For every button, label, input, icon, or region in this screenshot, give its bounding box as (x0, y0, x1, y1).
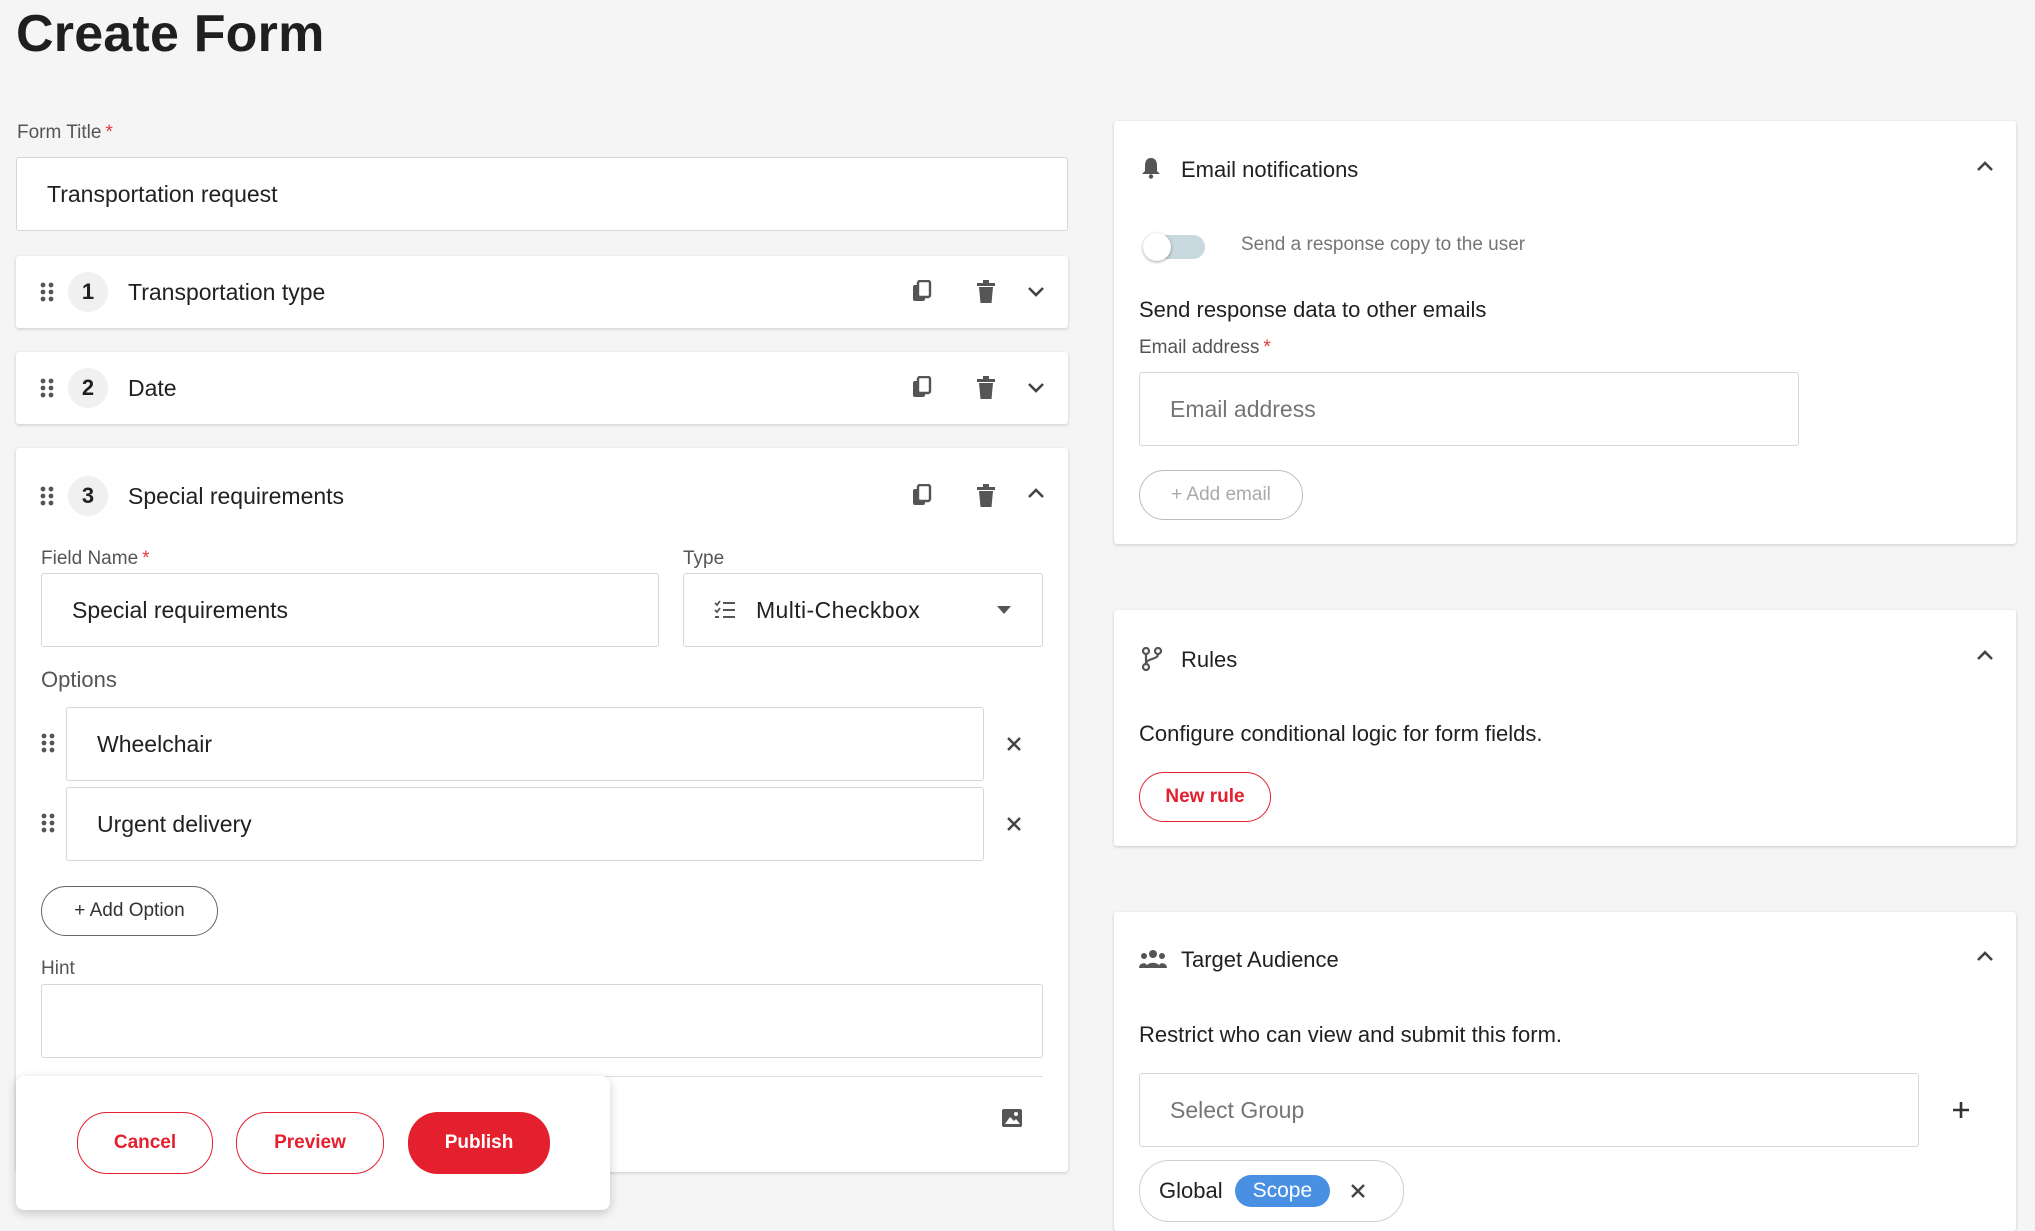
remove-option-icon[interactable] (1000, 730, 1028, 758)
rules-description: Configure conditional logic for form fie… (1139, 721, 1543, 746)
group-chip: Global Scope (1139, 1160, 1404, 1222)
group-icon (1139, 950, 1167, 968)
response-copy-label: Send a response copy to the user (1241, 234, 1526, 255)
field-name-input[interactable]: Special requirements (41, 573, 659, 647)
drag-handle-icon[interactable] (41, 733, 55, 753)
question-card-2[interactable]: 2 Date (16, 352, 1068, 424)
question-title: Date (128, 374, 177, 401)
duplicate-icon[interactable] (908, 374, 936, 402)
add-group-icon[interactable] (1947, 1096, 1975, 1124)
question-number: 3 (68, 476, 108, 516)
publish-button[interactable]: Publish (408, 1112, 550, 1174)
page-title: Create Form (16, 5, 325, 63)
cancel-button[interactable]: Cancel (77, 1112, 213, 1174)
form-title-label: Form Title * (17, 122, 113, 143)
type-select[interactable]: Multi-Checkbox (683, 573, 1043, 647)
field-name-value: Special requirements (72, 596, 289, 623)
question-card-1[interactable]: 1 Transportation type (16, 256, 1068, 328)
question-title: Special requirements (128, 482, 345, 509)
new-rule-button[interactable]: New rule (1139, 772, 1271, 822)
chevron-down-icon[interactable] (1022, 374, 1050, 402)
type-label: Type (683, 548, 725, 569)
form-title-input[interactable]: Transportation request (16, 157, 1068, 231)
delete-icon[interactable] (972, 278, 1000, 306)
duplicate-icon[interactable] (908, 482, 936, 510)
target-audience-description: Restrict who can view and submit this fo… (1139, 1022, 1563, 1047)
image-icon[interactable] (998, 1104, 1026, 1132)
drag-handle-icon[interactable] (40, 378, 54, 398)
drag-handle-icon[interactable] (40, 486, 54, 506)
drag-handle-icon[interactable] (40, 282, 54, 302)
add-option-button[interactable]: + Add Option (41, 886, 218, 936)
option-input[interactable]: Wheelchair (66, 707, 984, 781)
select-group-placeholder: Select Group (1170, 1096, 1305, 1123)
target-audience-title: Target Audience (1181, 947, 1339, 972)
remove-option-icon[interactable] (1000, 810, 1028, 838)
select-group-input[interactable]: Select Group (1139, 1073, 1919, 1147)
drag-handle-icon[interactable] (41, 813, 55, 833)
remove-chip-icon[interactable] (1344, 1177, 1372, 1205)
hint-label: Hint (41, 958, 75, 979)
chevron-up-icon[interactable] (1971, 942, 1999, 970)
delete-icon[interactable] (972, 374, 1000, 402)
chevron-up-icon[interactable] (1022, 479, 1050, 507)
add-email-button[interactable]: + Add email (1139, 470, 1303, 520)
rules-title: Rules (1181, 647, 1238, 672)
other-emails-title: Send response data to other emails (1139, 297, 1487, 322)
question-number: 1 (68, 272, 108, 312)
option-value: Wheelchair (97, 730, 213, 757)
bell-icon (1142, 158, 1160, 179)
email-address-placeholder: Email address (1170, 395, 1316, 422)
branch-icon (1141, 647, 1163, 671)
preview-button[interactable]: Preview (236, 1112, 384, 1174)
delete-icon[interactable] (972, 482, 1000, 510)
email-notifications-title: Email notifications (1181, 157, 1359, 182)
chevron-up-icon[interactable] (1971, 152, 1999, 180)
dropdown-arrow-icon (997, 606, 1011, 614)
scope-badge: Scope (1234, 1175, 1331, 1207)
type-value: Multi-Checkbox (756, 596, 921, 623)
options-label: Options (41, 667, 117, 692)
hint-input[interactable] (41, 984, 1043, 1058)
question-title: Transportation type (128, 278, 326, 305)
option-input[interactable]: Urgent delivery (66, 787, 984, 861)
response-copy-toggle[interactable] (1143, 232, 1213, 262)
checklist-icon (714, 600, 735, 618)
chevron-up-icon[interactable] (1971, 641, 1999, 669)
option-value: Urgent delivery (97, 810, 252, 837)
form-title-value: Transportation request (47, 180, 278, 207)
chevron-down-icon[interactable] (1022, 278, 1050, 306)
email-address-input[interactable]: Email address (1139, 372, 1799, 446)
email-address-label: Email address * (1139, 337, 1271, 358)
toggle-thumb (1143, 233, 1171, 261)
question-number: 2 (68, 368, 108, 408)
group-chip-name: Global (1159, 1178, 1223, 1203)
duplicate-icon[interactable] (908, 278, 936, 306)
field-name-label: Field Name * (41, 548, 150, 569)
